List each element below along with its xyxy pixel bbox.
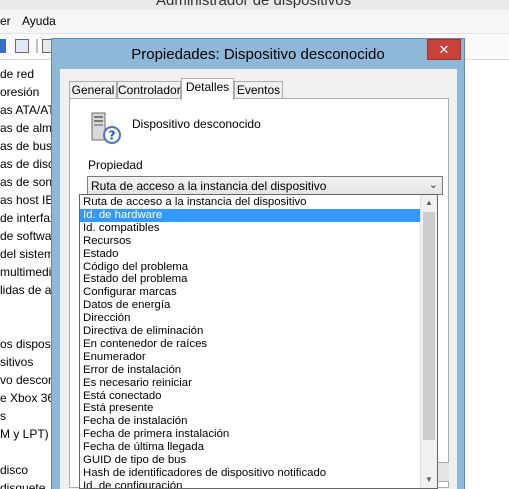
chevron-down-icon: ⌄ — [428, 179, 438, 191]
dropdown-option[interactable]: Código del problema — [80, 261, 421, 274]
dropdown-option[interactable]: Error de instalación — [80, 364, 421, 377]
dropdown-option[interactable]: Enumerador — [80, 351, 421, 364]
properties-icon[interactable] — [15, 39, 29, 53]
dropdown-option[interactable]: Fecha de instalación — [80, 415, 421, 428]
dropdown-option[interactable]: Es necesario reiniciar — [80, 377, 421, 390]
tree-item[interactable]: vo descon — [0, 373, 55, 391]
property-label: Propiedad — [88, 158, 143, 172]
dropdown-option[interactable]: GUID de tipo de bus — [80, 454, 421, 467]
tree-item[interactable]: as de alma — [0, 121, 59, 139]
property-dropdown-list[interactable]: Ruta de acceso a la instancia del dispos… — [79, 194, 438, 489]
tree-item[interactable]: lidas de a — [0, 283, 51, 301]
device-manager-titlebar: Administrador de dispositivos — [0, 0, 509, 10]
tree-item[interactable]: disquete — [0, 481, 45, 489]
tree-item[interactable]: del sistem — [0, 247, 54, 265]
dropdown-option[interactable]: Ruta de acceso a la instancia del dispos… — [80, 196, 421, 209]
dropdown-option[interactable]: Recursos — [80, 235, 421, 248]
device-name: Dispositivo desconocido — [132, 117, 261, 131]
tab-label: Controlador — [118, 83, 181, 97]
tree-item[interactable]: M y LPT) — [0, 427, 49, 445]
tree-item[interactable]: s — [0, 409, 6, 427]
menu-item-help[interactable]: Ayuda — [22, 14, 56, 28]
tab-details[interactable]: Detalles — [181, 78, 234, 100]
dropdown-option[interactable]: Id. de configuración — [80, 480, 421, 488]
tree-item[interactable]: oresión — [0, 85, 39, 103]
tree-item[interactable]: os disposit — [0, 337, 57, 355]
toolbar-separator — [36, 39, 38, 53]
dropdown-option[interactable]: Directiva de eliminación — [80, 325, 421, 338]
tab-general[interactable]: General — [69, 81, 117, 99]
scroll-up-icon[interactable]: ▲ — [421, 195, 437, 211]
dialog-title: Propiedades: Dispositivo desconocido — [131, 46, 385, 63]
dialog-titlebar[interactable]: Propiedades: Dispositivo desconocido ✕ — [52, 39, 464, 69]
tree-item[interactable]: de red — [0, 67, 34, 85]
menu-item-view[interactable]: er — [0, 14, 11, 28]
scroll-thumb[interactable] — [423, 212, 435, 440]
tab-events[interactable]: Eventos — [234, 81, 283, 99]
close-icon: ✕ — [438, 42, 450, 57]
dropdown-option[interactable]: Dirección — [80, 312, 421, 325]
unknown-device-icon: ? — [91, 112, 121, 144]
dialog-button-partial[interactable] — [437, 462, 449, 482]
tree-item[interactable]: sitivos — [0, 355, 33, 373]
device-manager-title: Administrador de dispositivos — [156, 0, 352, 9]
tab-label: General — [71, 83, 115, 97]
dropdown-option[interactable]: En contenedor de raíces — [80, 338, 421, 351]
dropdown-option[interactable]: Fecha de última llegada — [80, 441, 421, 454]
dropdown-option[interactable]: Está conectado — [80, 390, 421, 403]
tree-item[interactable]: de interfaz — [0, 211, 56, 229]
dropdown-option[interactable]: Estado — [80, 248, 421, 261]
dropdown-scrollbar[interactable]: ▲ ▼ — [420, 195, 437, 488]
close-button[interactable]: ✕ — [427, 39, 461, 60]
tree-item[interactable]: de softwa — [0, 229, 51, 247]
tab-controller[interactable]: Controlador — [117, 81, 181, 99]
dropdown-option[interactable]: Id. compatibles — [80, 222, 421, 235]
dropdown-option[interactable]: Estado del problema — [80, 273, 421, 286]
tree-item[interactable]: disco — [0, 463, 28, 481]
dropdown-option[interactable]: Configurar marcas — [80, 286, 421, 299]
tab-label: Detalles — [185, 80, 230, 94]
tab-label: Eventos — [236, 83, 281, 97]
forward-icon[interactable] — [0, 39, 6, 53]
dropdown-option[interactable]: Datos de energía — [80, 299, 421, 312]
property-select[interactable]: Ruta de acceso a la instancia del dispos… — [87, 176, 443, 195]
dropdown-option[interactable]: Está presente — [80, 402, 421, 415]
dropdown-option[interactable]: Fecha de primera instalación — [80, 428, 421, 441]
scroll-down-icon[interactable]: ▼ — [421, 472, 437, 488]
menu-bar: er Ayuda — [0, 10, 509, 34]
dropdown-option[interactable]: Id. de hardware — [80, 208, 421, 222]
svg-text:?: ? — [109, 129, 116, 143]
tree-item[interactable]: multimedi — [0, 265, 51, 283]
dropdown-option[interactable]: Hash de identificadores de dispositivo n… — [80, 467, 421, 480]
property-select-value: Ruta de acceso a la instancia del dispos… — [91, 179, 327, 193]
